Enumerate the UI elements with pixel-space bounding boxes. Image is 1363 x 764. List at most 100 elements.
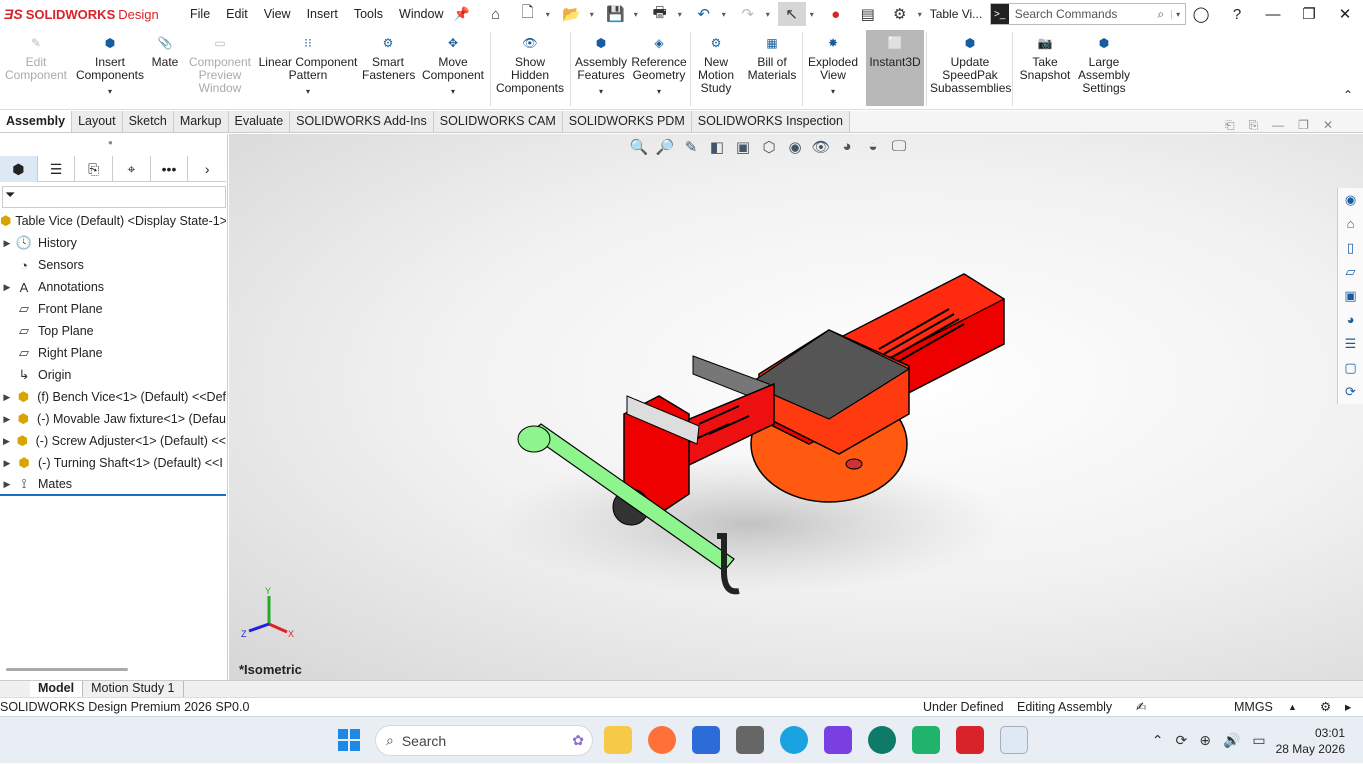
design-library-icon[interactable]: ⌂	[1338, 212, 1363, 236]
ribbon-assembly-features-button[interactable]: ⬢ Assembly Features ▾	[574, 32, 628, 98]
battery-icon[interactable]: ▭	[1252, 732, 1265, 749]
expand-arrow-icon[interactable]: ▶	[0, 436, 13, 447]
language-icon[interactable]: ⊕	[1199, 732, 1211, 749]
firefox-app-icon[interactable]	[648, 726, 676, 754]
graphics-area[interactable]: ⎗ ⎘ — ❐ ✕ 🔍 🔎 ✎ ◧ ▣ ⬡ ◉ 👁 ◕ ◒ 🖵 Y X Z ◉ …	[229, 118, 1363, 680]
file-explorer-app-icon[interactable]	[604, 726, 632, 754]
feature-manager-tab-icon[interactable]: ⬢	[0, 156, 38, 182]
ribbon-dropdown-icon[interactable]: ▾	[420, 85, 486, 98]
custom-properties-icon[interactable]: ☰	[1338, 332, 1363, 356]
new-document-icon[interactable]: 🗋	[514, 2, 542, 26]
ribbon-large-assembly-settings-button[interactable]: ⬢ Large Assembly Settings	[1076, 32, 1132, 95]
ribbon-exploded-view-button[interactable]: ✸ Exploded View ▾	[806, 32, 860, 98]
camera-app-icon[interactable]	[736, 726, 764, 754]
redo-icon[interactable]: ↷	[734, 2, 762, 26]
viewport-minimize-icon[interactable]: —	[1272, 118, 1284, 133]
expand-arrow-icon[interactable]: ▶	[0, 392, 14, 403]
view-palette-icon[interactable]: ▱	[1338, 260, 1363, 284]
overflow-icon[interactable]: ▸	[1345, 698, 1351, 716]
redo-dropdown-icon[interactable]: ▾	[766, 10, 774, 19]
configuration-manager-tab-icon[interactable]: ⎘	[75, 156, 114, 182]
solidworks-logo[interactable]: ƎS SOLIDWORKS Design	[4, 6, 174, 22]
unit-system[interactable]: MMGS	[1234, 698, 1273, 716]
print-icon[interactable]: 🖶	[646, 2, 674, 26]
save-dropdown-icon[interactable]: ▾	[634, 10, 642, 19]
solidworks-taskbar-icon[interactable]	[956, 726, 984, 754]
open-folder-icon[interactable]: 📂	[558, 2, 586, 26]
expand-arrow-icon[interactable]: ▶	[0, 458, 14, 469]
ribbon-update-speedpak-subassemblies-button[interactable]: ⬢ Update SpeedPak Subassemblies	[930, 32, 1011, 95]
home-icon[interactable]: ⌂	[482, 2, 510, 26]
expand-arrow-icon[interactable]: ▶	[0, 238, 14, 249]
media-app-icon[interactable]	[912, 726, 940, 754]
snipping-tool-icon[interactable]	[1000, 726, 1028, 754]
ribbon-new-motion-study-button[interactable]: ⚙ New Motion Study	[693, 32, 739, 95]
globe-app-icon[interactable]	[868, 726, 896, 754]
forum-icon[interactable]: ▢	[1338, 356, 1363, 380]
print-dropdown-icon[interactable]: ▾	[678, 10, 686, 19]
tree-item-f-bench-vice-1-default-def[interactable]: ▶ ⬢ (f) Bench Vice<1> (Default) <<Def	[0, 386, 226, 408]
solidworks-forum-icon[interactable]: ⟳	[1338, 380, 1363, 404]
tab-solidworks-add-ins[interactable]: SOLIDWORKS Add-Ins	[290, 111, 434, 132]
ribbon-bill-of-materials-button[interactable]: ▦ Bill of Materials	[744, 32, 800, 82]
ribbon-show-hidden-components-button[interactable]: 👁 Show Hidden Components	[494, 32, 566, 95]
dimxpert-tab-icon[interactable]: ⌖	[113, 156, 151, 182]
viewport-restore-icon[interactable]: ❐	[1298, 118, 1309, 133]
search-commands-box[interactable]: >_ Search Commands ⌕ ▾	[989, 3, 1186, 25]
tree-item-mates[interactable]: ▶ ⟟ Mates	[0, 474, 226, 496]
tree-item-history[interactable]: ▶ 🕓 History	[0, 232, 226, 254]
taskbar-search[interactable]: ⌕ Search ✿	[375, 725, 593, 756]
tab-solidworks-pdm[interactable]: SOLIDWORKS PDM	[562, 111, 692, 132]
help-icon[interactable]: ?	[1219, 6, 1255, 23]
tree-root[interactable]: ⬢ Table Vice (Default) <Display State-1>	[0, 210, 226, 232]
tab-sketch[interactable]: Sketch	[122, 111, 174, 132]
units-dropdown-icon[interactable]: ▲	[1288, 698, 1297, 716]
tab-solidworks-inspection[interactable]: SOLIDWORKS Inspection	[691, 111, 850, 132]
ribbon-dropdown-icon[interactable]: ▾	[630, 85, 688, 98]
ribbon-dropdown-icon[interactable]: ▾	[806, 85, 860, 98]
tab-layout[interactable]: Layout	[72, 111, 123, 132]
tree-item-movable-jaw-fixture-1-defau[interactable]: ▶ ⬢ (-) Movable Jaw fixture<1> (Defau	[0, 408, 226, 430]
solidworks-resources-icon[interactable]: ◉	[1338, 188, 1363, 212]
menu-view[interactable]: View	[256, 0, 299, 28]
menu-file[interactable]: File	[182, 0, 218, 28]
user-account-icon[interactable]: ◯	[1183, 5, 1219, 23]
rebuild-status-icon[interactable]: ✍	[1136, 698, 1146, 716]
tree-filter[interactable]: ⏷	[2, 186, 226, 208]
ribbon-linear-component-pattern-button[interactable]: ⁝⁝ Linear Component Pattern ▾	[258, 32, 358, 98]
options-gear-icon[interactable]: ⚙	[886, 2, 914, 26]
undo-icon[interactable]: ↶	[690, 2, 718, 26]
open-dropdown-icon[interactable]: ▾	[590, 10, 598, 19]
ribbon-edit-component-button[interactable]: ✎ Edit Component	[4, 32, 68, 82]
ribbon-dropdown-icon[interactable]: ▾	[258, 85, 358, 98]
search-icon[interactable]: ⌕	[1151, 7, 1171, 22]
ribbon-dropdown-icon[interactable]: ▾	[75, 85, 145, 98]
vice-model[interactable]: Y X Z	[229, 134, 1363, 680]
select-dropdown-icon[interactable]: ▾	[810, 10, 818, 19]
ribbon-insert-components-button[interactable]: ⬢ Insert Components ▾	[75, 32, 145, 98]
collapse-ribbon-icon[interactable]: ⌃	[1343, 88, 1353, 102]
select-cursor-icon[interactable]: ↖	[777, 2, 806, 26]
windows-start-icon[interactable]	[338, 729, 360, 754]
file-explorer-icon[interactable]: ▯	[1338, 236, 1363, 260]
menu-tools[interactable]: Tools	[346, 0, 391, 28]
filter-icon[interactable]: ⏷	[5, 187, 15, 202]
panel-grip-icon[interactable]: ●	[108, 138, 113, 147]
appearances-icon[interactable]: ▣	[1338, 284, 1363, 308]
undo-dropdown-icon[interactable]: ▾	[722, 10, 730, 19]
ribbon-dropdown-icon[interactable]: ▾	[574, 85, 628, 98]
tree-item-front-plane[interactable]: ▱ Front Plane	[0, 298, 226, 320]
new-dropdown-icon[interactable]: ▾	[546, 10, 554, 19]
rebuild-traffic-light-icon[interactable]: ●	[822, 2, 850, 26]
tree-item-right-plane[interactable]: ▱ Right Plane	[0, 342, 226, 364]
menu-window[interactable]: Window	[391, 0, 451, 28]
tree-item-origin[interactable]: ↳ Origin	[0, 364, 226, 386]
search-input[interactable]: Search Commands	[1015, 7, 1151, 21]
options-dropdown-icon[interactable]: ▾	[918, 10, 926, 19]
tray-chevron-icon[interactable]: ⌃	[1152, 732, 1164, 749]
expand-arrow-icon[interactable]: ▶	[0, 414, 14, 425]
restore-icon[interactable]: ❐	[1291, 5, 1327, 23]
headphones-app-icon[interactable]	[824, 726, 852, 754]
close-icon[interactable]: ✕	[1327, 5, 1363, 23]
tree-item-sensors[interactable]: ◔ Sensors	[0, 254, 226, 276]
